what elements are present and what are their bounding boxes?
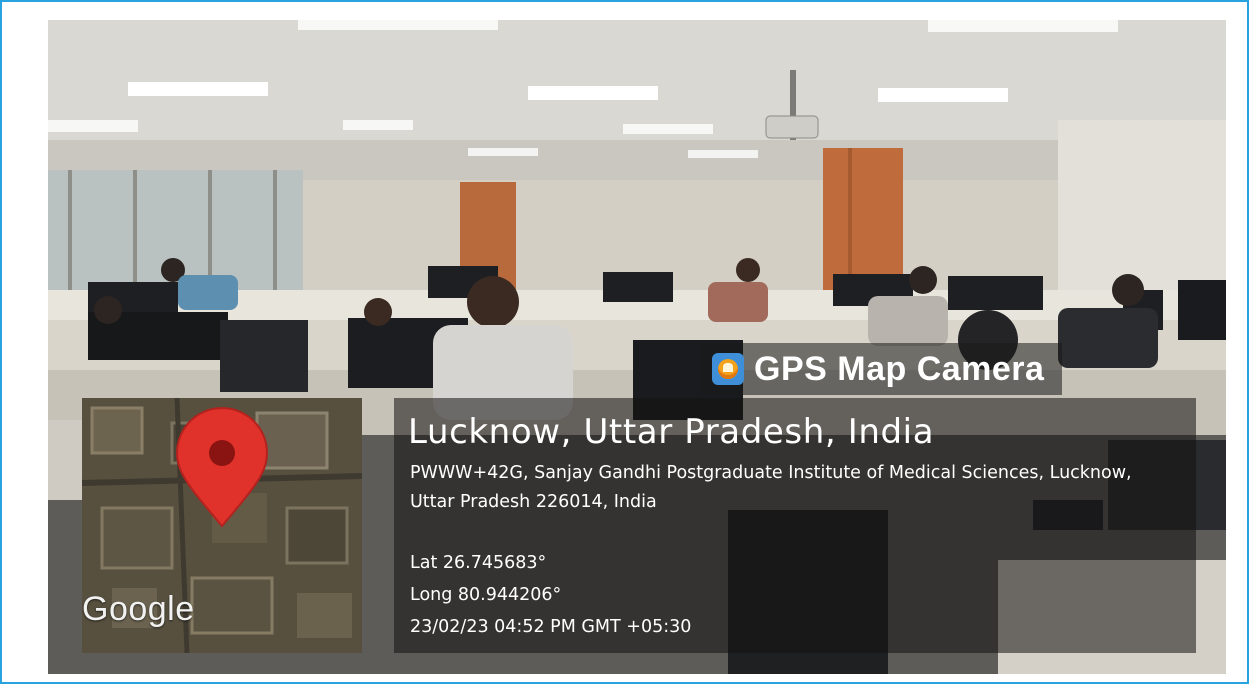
longitude-text: Long 80.944206° bbox=[410, 585, 562, 605]
location-address: PWWW+42G, Sanjay Gandhi Postgraduate Ins… bbox=[410, 463, 1132, 512]
location-title: Lucknow, Uttar Pradesh, India bbox=[408, 412, 935, 452]
app-name: GPS Map Camera bbox=[754, 349, 1045, 388]
gps-map-camera-app-icon bbox=[712, 353, 744, 385]
google-logo: Google bbox=[82, 590, 195, 628]
gps-map-camera-badge: GPS Map Camera bbox=[700, 343, 1063, 395]
latitude-text: Lat 26.745683° bbox=[410, 553, 547, 573]
timestamp-text: 23/02/23 04:52 PM GMT +05:30 bbox=[410, 617, 692, 637]
